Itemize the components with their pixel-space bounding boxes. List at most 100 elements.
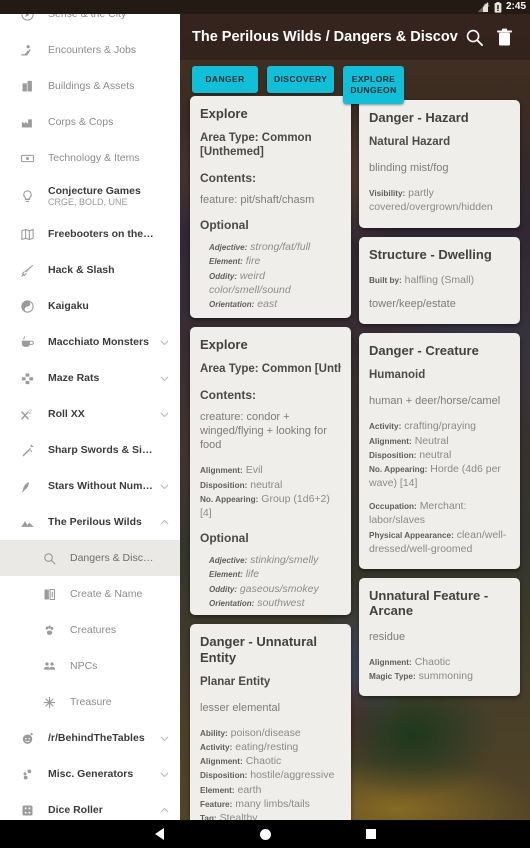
sidebar-item-the-perilous-wilds[interactable]: The Perilous Wilds <box>0 504 180 540</box>
chevron-up-icon[interactable] <box>154 516 174 529</box>
attribute-row: Disposition: neutral <box>369 448 510 462</box>
unnatural-feature-arcane-card[interactable]: Unnatural Feature - Arcane residue Align… <box>359 577 520 696</box>
attribute-row: Alignment: Evil <box>200 463 341 477</box>
attribute-key: Physical Appearance: <box>369 530 454 540</box>
sidebar-item-text: Creatures <box>66 624 154 636</box>
navigation-drawer[interactable]: Sense & the City Encounters & Jobs Buildin… <box>0 14 180 834</box>
sidebar-item-maze-rats[interactable]: Maze Rats <box>0 360 180 396</box>
yin-yang-icon <box>10 299 44 314</box>
delete-button[interactable] <box>490 23 518 51</box>
sidebar-item-label: Dice Roller <box>48 804 103 816</box>
sidebar-item-r-behindthetables[interactable]: /r/BehindTheTables <box>0 720 180 756</box>
recents-button[interactable] <box>353 820 389 848</box>
chevron-down-icon[interactable] <box>154 768 174 781</box>
optional-key: Element: <box>209 257 243 267</box>
sidebar-item-sharp-swords-sinister[interactable]: Sharp Swords & Sinister ... <box>0 432 180 468</box>
attribute-value: summoning <box>418 669 473 682</box>
sidebar-item-label: Freebooters on the Frontier <box>48 228 154 240</box>
phone-screen: 4G 2:45 The Perilous Wilds / Dangers & D… <box>0 0 530 848</box>
sidebar-item-buildings-assets[interactable]: Buildings & Assets <box>0 68 180 104</box>
action-chips: DANGER DISCOVERY EXPLORE DUNGEON <box>192 66 404 104</box>
danger-hazard-card[interactable]: Danger - Hazard Natural Hazard blinding … <box>359 100 520 228</box>
back-button[interactable] <box>141 820 177 848</box>
explore-card-1[interactable]: Explore Area Type: Common [Unthemed] Con… <box>190 96 351 318</box>
attribute-row: Ability: poison/disease <box>200 726 341 740</box>
sidebar-item-text: Corps & Cops <box>44 116 154 128</box>
banknote-icon <box>10 151 44 166</box>
sidebar-item-text: Conjecture Games CRGE, BOLD, UNE <box>44 185 154 207</box>
card-title: Structure - Dwelling <box>369 246 492 262</box>
sidebar-item-text: NPCs <box>66 660 154 672</box>
chevron-down-icon[interactable] <box>154 408 174 421</box>
book-icon <box>44 588 55 600</box>
attribute-value: neutral <box>250 478 283 491</box>
chevron-down-icon[interactable] <box>154 372 174 385</box>
sidebar-item-kaigaku[interactable]: Kaigaku <box>0 288 180 324</box>
sidebar-item-sense-the-city[interactable]: Sense & the City <box>0 14 180 32</box>
card-section-label: Contents: <box>200 170 256 185</box>
sidebar-item-misc-generators[interactable]: Misc. Generators <box>0 756 180 792</box>
sidebar-item-corps-cops[interactable]: Corps & Cops <box>0 104 180 140</box>
sidebar-item-text: Sense & the City <box>44 14 154 20</box>
sidebar-item-freebooters-on-the-frontier[interactable]: Freebooters on the Frontier <box>0 216 180 252</box>
optional-key: Orientation: <box>209 598 255 608</box>
optional-row: Adjective: stinking/smelly <box>209 553 341 567</box>
attribute-row: Element: earth <box>200 783 341 797</box>
maze-icon <box>21 373 33 384</box>
gem-icon <box>43 696 55 708</box>
sidebar-item-create-name[interactable]: Create & Name <box>0 576 180 612</box>
factory-icon <box>10 115 44 130</box>
attribute-key: Visibility: <box>369 189 406 199</box>
attribute-value: crafting/praying <box>404 420 477 433</box>
card-title: Unnatural Feature - Arcane <box>369 587 489 619</box>
card-subtitle: Natural Hazard <box>369 136 451 149</box>
attribute-key: Ability: <box>200 728 228 738</box>
chevron-down-icon[interactable] <box>154 336 174 349</box>
sidebar-item-encounters-jobs[interactable]: Encounters & Jobs <box>0 32 180 68</box>
danger-unnatural-entity-card[interactable]: Danger - Unnatural Entity Planar Entity … <box>190 624 351 834</box>
sidebar-item-technology-items[interactable]: Technology & Items <box>0 140 180 176</box>
attribute-row: Alignment: Chaotic <box>200 754 341 768</box>
chevron-down-icon[interactable] <box>154 480 174 493</box>
signal-icon: 4G <box>477 1 490 12</box>
chevron-down-icon[interactable] <box>154 732 174 745</box>
sidebar-item-npcs[interactable]: NPCs <box>0 648 180 684</box>
lightbulb-icon <box>10 189 44 204</box>
sidebar-item-roll-xx[interactable]: 2 Roll XX <box>0 396 180 432</box>
explore-dungeon-chip[interactable]: EXPLORE DUNGEON <box>343 66 404 104</box>
results-area[interactable]: Explore Area Type: Common [Unthemed] Con… <box>180 96 530 834</box>
explore-card-2[interactable]: Explore Area Type: Common [Unthemed] Con… <box>190 327 351 616</box>
system-navigation-bar <box>0 820 530 848</box>
svg-text:4G: 4G <box>483 2 490 7</box>
attribute-value: many limbs/tails <box>235 797 310 810</box>
sidebar-item-stars-without-number[interactable]: Stars Without Number <box>0 468 180 504</box>
optional-value: strong/fat/full <box>250 241 311 253</box>
rocket-icon <box>21 481 29 492</box>
attribute-row: Physical Appearance: clean/well-dressed/… <box>369 528 510 556</box>
sidebar-item-text: The Perilous Wilds <box>44 516 154 528</box>
yin-yang-icon <box>20 299 34 313</box>
sidebar-item-creatures[interactable]: Creatures <box>0 612 180 648</box>
sidebar-item-label: Misc. Generators <box>48 768 134 780</box>
attribute-row: Occupation: Merchant: labor/slaves <box>369 499 510 527</box>
sidebar-item-label: The Perilous Wilds <box>48 516 142 528</box>
buildings-icon <box>22 80 32 91</box>
attribute-key: Alignment: <box>369 436 412 446</box>
chevron-up-icon[interactable] <box>154 804 174 817</box>
discovery-chip[interactable]: DISCOVERY <box>267 66 335 93</box>
sidebar-item-hack-slash[interactable]: Hack & Slash <box>0 252 180 288</box>
search-button[interactable] <box>460 23 488 51</box>
danger-creature-card[interactable]: Danger - Creature Humanoid human + deer/… <box>359 333 520 569</box>
card-body: tower/keep/estate <box>369 298 456 311</box>
sidebar-item-label: /r/BehindTheTables <box>48 732 145 744</box>
sidebar-item-macchiato-monsters[interactable]: Macchiato Monsters <box>0 324 180 360</box>
sidebar-item-conjecture-games[interactable]: Conjecture Games CRGE, BOLD, UNE <box>0 176 180 216</box>
sidebar-item-treasure[interactable]: Treasure <box>0 684 180 720</box>
sidebar-item-label: Conjecture Games <box>48 185 141 197</box>
danger-chip[interactable]: DANGER <box>192 66 258 93</box>
structure-dwelling-card[interactable]: Structure - Dwelling Built by: halfling … <box>359 236 520 325</box>
attribute-key: Element: <box>200 785 235 795</box>
home-button[interactable] <box>247 820 283 848</box>
app-bar: The Perilous Wilds / Dangers & Discoveri… <box>180 14 530 60</box>
sidebar-item-dangers-discoveries[interactable]: Dangers & Discoveries <box>0 540 180 576</box>
